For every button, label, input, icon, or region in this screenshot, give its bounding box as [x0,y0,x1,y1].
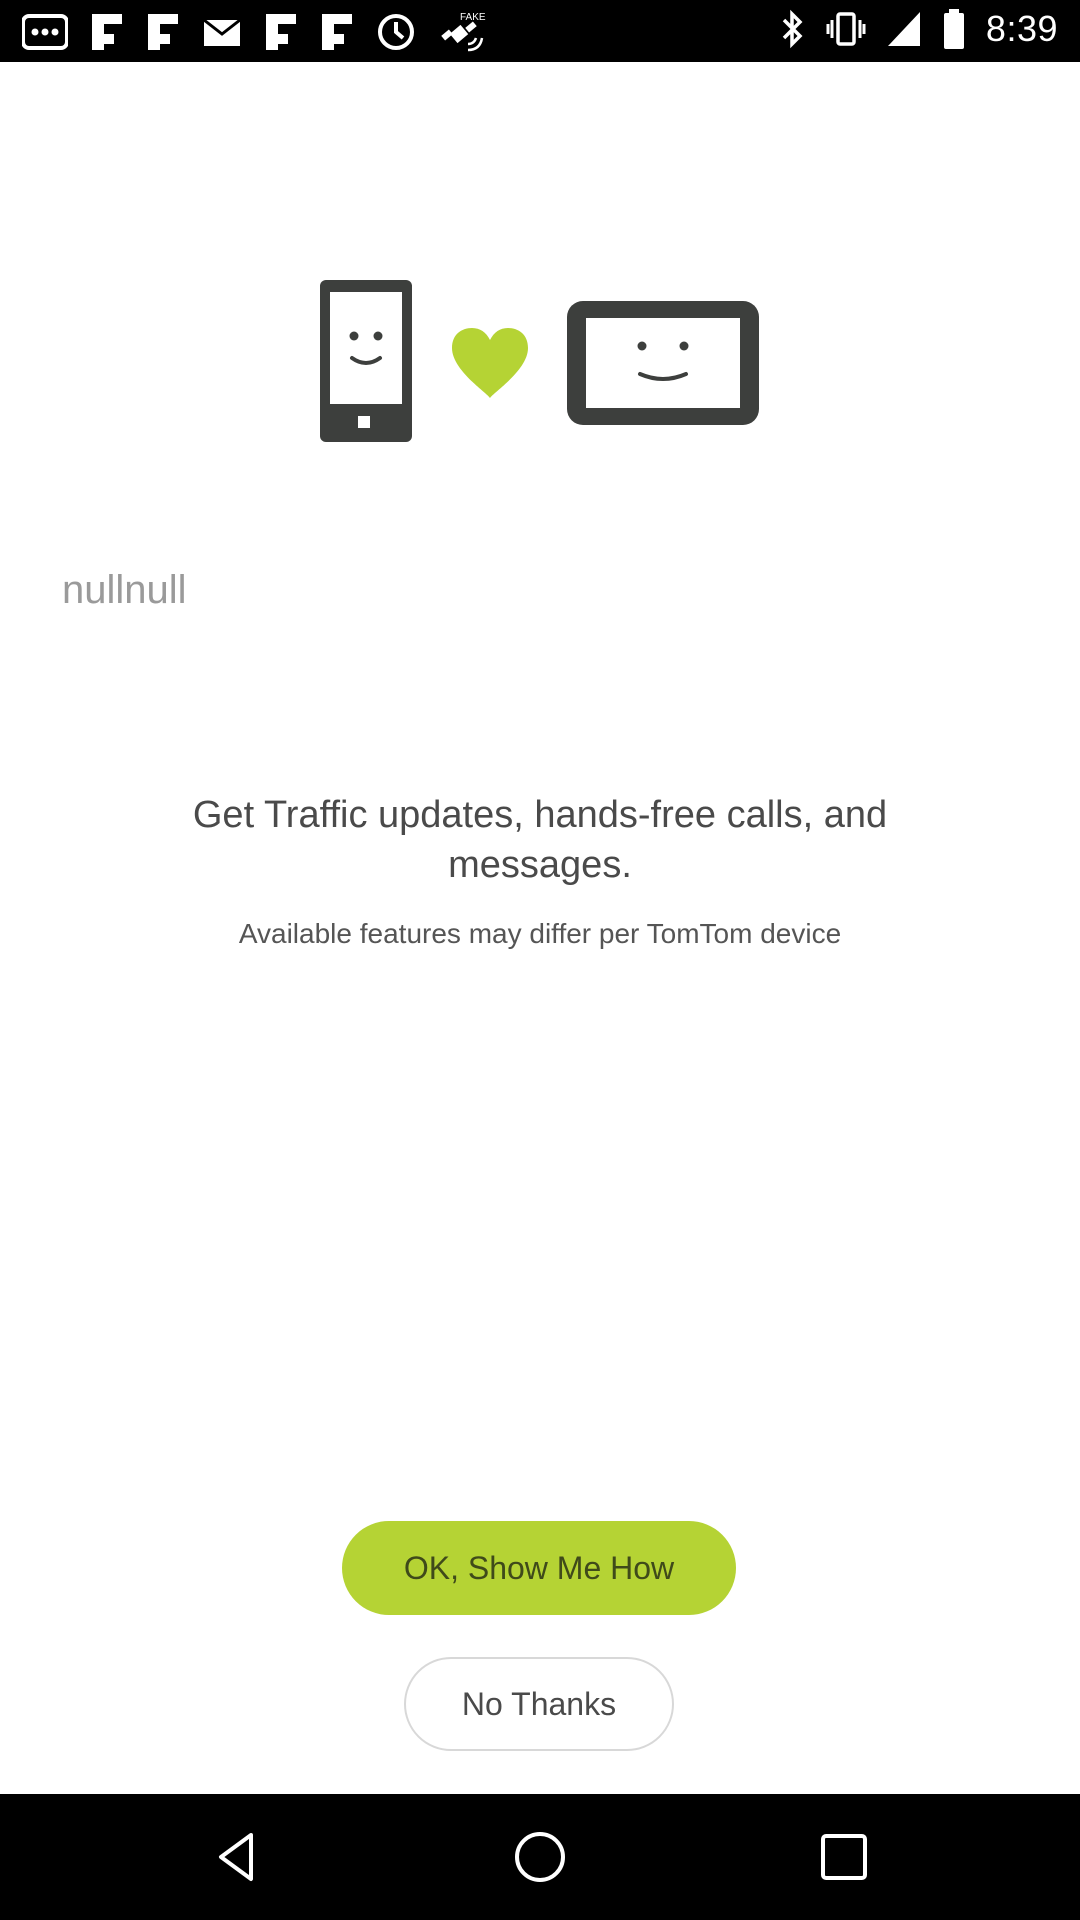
fake-gps-label: FAKE [460,12,486,23]
null-label: nullnull [62,568,187,612]
flipboard-icon [146,12,180,52]
system-icons: 8:39 [780,8,1058,50]
no-thanks-button[interactable]: No Thanks [404,1657,674,1751]
data-saver-icon [376,12,416,52]
fake-gps-icon: FAKE [438,10,486,54]
home-icon[interactable] [510,1827,570,1887]
more-icon [22,12,68,52]
connection-illustration [0,270,1080,450]
status-time: 8:39 [985,8,1058,49]
vibrate-icon [826,8,866,50]
smiling-phone-icon [320,280,412,442]
headline: Get Traffic updates, hands-free calls, a… [192,794,888,886]
back-icon[interactable] [207,1827,267,1887]
subline: Available features may differ per TomTom… [238,918,842,949]
navigation-bar [0,1794,1080,1920]
flipboard-icon [264,12,298,52]
mail-icon [202,12,242,52]
bluetooth-icon [780,8,806,50]
battery-icon [942,8,966,50]
tomtom-connect-screen: FAKE 8:39 nullnull Get Traffic updates, … [0,0,1080,1920]
status-bar: FAKE 8:39 [0,0,1080,62]
smiling-navigation-device-icon [567,301,759,425]
recents-icon[interactable] [814,1827,874,1887]
flipboard-icon [320,12,354,52]
flipboard-icon [90,12,124,52]
heart-icon [452,328,528,398]
signal-icon [886,8,922,50]
notification-icons: FAKE [22,10,486,54]
show-me-how-button[interactable]: OK, Show Me How [342,1521,736,1615]
